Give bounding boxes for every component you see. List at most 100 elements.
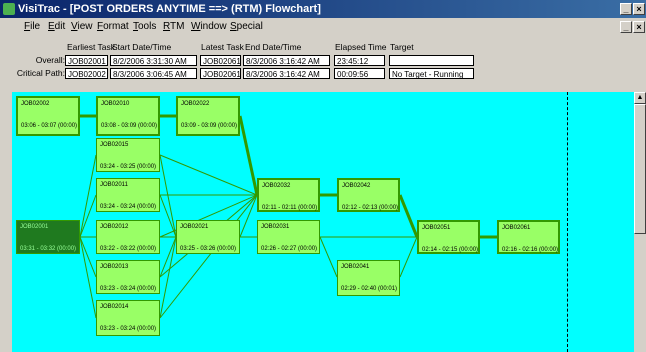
critical-end-field[interactable]: 8/3/2006 3:16:42 AM xyxy=(243,68,330,79)
task-id: JOB02010 xyxy=(101,101,130,107)
edge xyxy=(79,236,97,278)
task-node[interactable]: JOB02014 03:23 - 03:24 (00:00) xyxy=(96,300,160,336)
task-node[interactable]: JOB02022 03:09 - 03:09 (00:00) xyxy=(176,96,240,136)
task-id: JOB02051 xyxy=(422,225,451,231)
edge-critical xyxy=(238,115,259,196)
task-id: JOB02061 xyxy=(502,225,531,231)
task-times: 03:22 - 03:22 (00:00) xyxy=(100,246,157,252)
critical-latest-field[interactable]: JOB02061 xyxy=(200,68,241,79)
menu-file[interactable]: File xyxy=(24,19,40,35)
task-node[interactable]: JOB02002 03:06 - 03:07 (00:00) xyxy=(16,96,80,136)
header-latest-task: Latest Task xyxy=(201,42,244,52)
overall-elapsed-field[interactable]: 23:45:12 xyxy=(334,55,385,66)
task-node[interactable]: JOB02031 02:26 - 02:27 (00:00) xyxy=(257,220,320,254)
close-button[interactable]: × xyxy=(633,3,645,15)
task-times: 03:06 - 03:07 (00:00) xyxy=(21,123,78,129)
task-node[interactable]: JOB02010 03:08 - 03:09 (00:00) xyxy=(96,96,160,136)
task-times: 03:24 - 03:25 (00:00) xyxy=(100,164,157,170)
menu-rtm[interactable]: RTM xyxy=(163,19,185,35)
title-bar: VisiTrac - [POST ORDERS ANYTIME ==> (RTM… xyxy=(0,0,646,18)
edge xyxy=(399,236,418,278)
task-id: JOB02015 xyxy=(100,142,129,148)
task-id: JOB02041 xyxy=(341,264,370,270)
critical-earliest-field[interactable]: JOB02002 xyxy=(65,68,108,79)
menu-tools[interactable]: Tools xyxy=(133,19,156,35)
task-id: JOB02031 xyxy=(261,224,290,230)
header-target: Target xyxy=(390,42,414,52)
window-title: VisiTrac - [POST ORDERS ANYTIME ==> (RTM… xyxy=(18,3,321,15)
task-node[interactable]: JOB02032 02:11 - 02:11 (00:00) xyxy=(257,178,320,212)
task-id: JOB02032 xyxy=(262,183,291,189)
edge xyxy=(79,194,97,238)
menu-format[interactable]: Format xyxy=(97,19,129,35)
task-node[interactable]: JOB02013 03:23 - 03:24 (00:00) xyxy=(96,260,160,294)
row-label-overall: Overall: xyxy=(35,55,65,65)
task-times: 03:08 - 03:09 (00:00) xyxy=(101,123,158,129)
edge xyxy=(159,236,177,319)
task-times: 03:09 - 03:09 (00:00) xyxy=(181,123,238,129)
edge xyxy=(159,236,177,278)
critical-target-field[interactable]: No Target - Running xyxy=(389,68,474,79)
flowchart-canvas[interactable]: JOB02002 03:06 - 03:07 (00:00) JOB02010 03… xyxy=(12,92,634,352)
menu-view[interactable]: View xyxy=(71,19,93,35)
task-times: 03:23 - 03:24 (00:00) xyxy=(100,326,157,332)
task-times: 02:16 - 02:16 (00:00) xyxy=(502,247,559,253)
menu-edit[interactable]: Edit xyxy=(48,19,65,35)
critical-elapsed-field[interactable]: 00:09:56 xyxy=(334,68,385,79)
header-end-datetime: End Date/Time xyxy=(245,42,302,52)
edge xyxy=(159,154,177,238)
edge xyxy=(79,154,97,238)
mdi-minimize-button[interactable]: _ xyxy=(620,21,632,33)
task-id: JOB02042 xyxy=(342,183,371,189)
menu-bar: File Edit View Format Tools RTM Window S… xyxy=(0,19,646,35)
task-node[interactable]: JOB02015 03:24 - 03:25 (00:00) xyxy=(96,138,160,172)
scroll-up-icon[interactable]: ▲ xyxy=(634,92,646,104)
minimize-button[interactable]: _ xyxy=(620,3,632,15)
task-node[interactable]: JOB02051 02:14 - 02:15 (00:00) xyxy=(417,220,480,254)
overall-latest-field[interactable]: JOB02061 xyxy=(200,55,241,66)
task-node[interactable]: JOB02042 02:12 - 02:13 (00:00) xyxy=(337,178,400,212)
edge xyxy=(79,236,97,319)
task-times: 03:24 - 03:24 (00:00) xyxy=(100,204,157,210)
edge xyxy=(159,194,258,319)
header-elapsed-time: Elapsed Time xyxy=(335,42,387,52)
task-node-selected[interactable]: JOB02001 03:31 - 03:32 (00:00) xyxy=(16,220,80,254)
header-start-datetime: Start Date/Time xyxy=(112,42,172,52)
vertical-scrollbar[interactable]: ▲ xyxy=(634,92,646,352)
critical-start-field[interactable]: 8/3/2006 3:06:45 AM xyxy=(110,68,197,79)
edge xyxy=(319,236,338,278)
edge xyxy=(159,194,177,238)
task-times: 02:14 - 02:15 (00:00) xyxy=(422,247,479,253)
overall-earliest-field[interactable]: JOB02001 xyxy=(65,55,108,66)
task-node[interactable]: JOB02021 03:25 - 03:26 (00:00) xyxy=(176,220,240,254)
task-times: 02:11 - 02:11 (00:00) xyxy=(262,205,318,211)
scroll-thumb[interactable] xyxy=(634,104,646,234)
task-id: JOB02013 xyxy=(100,264,129,270)
task-node[interactable]: JOB02061 02:16 - 02:16 (00:00) xyxy=(497,220,560,254)
header-earliest-task: Earliest Task xyxy=(67,42,116,52)
task-times: 02:29 - 02:40 (00:01) xyxy=(341,286,398,292)
menu-window[interactable]: Window xyxy=(191,19,227,35)
edge-critical xyxy=(398,194,419,238)
task-times: 02:12 - 02:13 (00:00) xyxy=(342,205,399,211)
task-node[interactable]: JOB02041 02:29 - 02:40 (00:01) xyxy=(337,260,400,296)
timeline-marker xyxy=(567,92,568,352)
overall-end-field[interactable]: 8/3/2006 3:16:42 AM xyxy=(243,55,330,66)
task-id: JOB02012 xyxy=(100,224,129,230)
overall-target-field[interactable] xyxy=(389,55,474,66)
mdi-close-button[interactable]: × xyxy=(633,21,645,33)
task-node[interactable]: JOB02012 03:22 - 03:22 (00:00) xyxy=(96,220,160,254)
task-id: JOB02021 xyxy=(180,224,209,230)
menu-special[interactable]: Special xyxy=(230,19,263,35)
task-times: 02:26 - 02:27 (00:00) xyxy=(261,246,318,252)
edge xyxy=(159,154,258,196)
task-times: 03:25 - 03:26 (00:00) xyxy=(180,246,237,252)
app-icon xyxy=(3,3,15,15)
task-id: JOB02001 xyxy=(20,224,49,230)
task-times: 03:23 - 03:24 (00:00) xyxy=(100,286,157,292)
task-times: 03:31 - 03:32 (00:00) xyxy=(20,246,77,252)
task-node[interactable]: JOB02011 03:24 - 03:24 (00:00) xyxy=(96,178,160,212)
task-id: JOB02014 xyxy=(100,304,129,310)
row-label-critical-path: Critical Path: xyxy=(16,68,65,78)
overall-start-field[interactable]: 8/2/2006 3:31:30 AM xyxy=(110,55,197,66)
